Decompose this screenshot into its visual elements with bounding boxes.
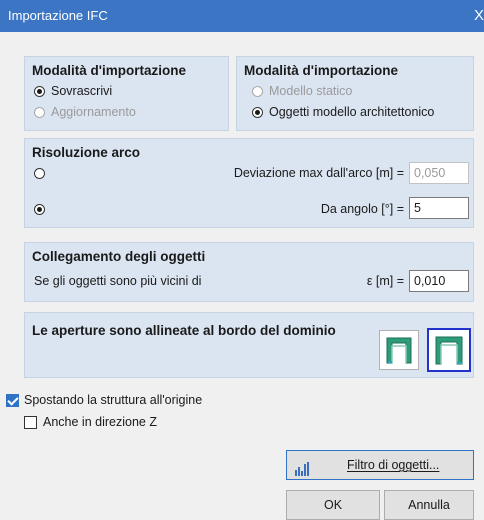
openings-group: Le aperture sono allineate al bordo del … xyxy=(24,312,474,378)
overwrite-radio[interactable] xyxy=(34,86,45,97)
angle-field[interactable]: 5 xyxy=(409,197,469,219)
import-model-group: Modalità d'importazione Modello statico … xyxy=(236,56,474,131)
window-title: Importazione IFC xyxy=(8,8,108,23)
epsilon-label: ε [m] = xyxy=(366,274,404,288)
max-deviation-radio[interactable] xyxy=(34,168,45,179)
angle-label: Da angolo [°] = xyxy=(320,202,404,216)
architectural-objects-radio[interactable] xyxy=(252,107,263,118)
z-direction-checkbox[interactable] xyxy=(24,416,37,429)
max-deviation-label: Deviazione max dall'arco [m] = xyxy=(233,166,404,180)
move-to-origin-label[interactable]: Spostando la struttura all'origine xyxy=(24,393,202,407)
object-filter-label: Filtro di oggetti... xyxy=(347,458,440,472)
update-label: Aggiornamento xyxy=(51,105,136,119)
object-connection-group: Collegamento degli oggetti Se gli oggett… xyxy=(24,242,474,302)
move-to-origin-checkbox[interactable] xyxy=(6,394,19,407)
opening-edge-icon xyxy=(435,336,463,365)
import-model-title: Modalità d'importazione xyxy=(244,63,398,78)
filter-icon xyxy=(295,458,311,476)
object-connection-title: Collegamento degli oggetti xyxy=(32,249,206,264)
architectural-objects-label[interactable]: Oggetti modello architettonico xyxy=(269,105,434,119)
opening-inside-icon xyxy=(386,337,412,364)
connection-description: Se gli oggetti sono più vicini di xyxy=(34,274,202,288)
title-bar: Importazione IFC X xyxy=(0,0,484,32)
openings-title: Le aperture sono allineate al bordo del … xyxy=(32,323,336,338)
object-filter-button[interactable]: Filtro di oggetti... xyxy=(286,450,474,480)
z-direction-label[interactable]: Anche in direzione Z xyxy=(43,415,157,429)
arc-resolution-group: Risoluzione arco Deviazione max dall'arc… xyxy=(24,138,474,228)
angle-radio[interactable] xyxy=(34,204,45,215)
import-mode-title: Modalità d'importazione xyxy=(32,63,186,78)
max-deviation-field: 0,050 xyxy=(409,162,469,184)
opening-option-2[interactable] xyxy=(427,328,471,372)
overwrite-label[interactable]: Sovrascrivi xyxy=(51,84,112,98)
epsilon-field[interactable]: 0,010 xyxy=(409,270,469,292)
update-radio xyxy=(34,107,45,118)
close-button[interactable]: X xyxy=(474,7,484,24)
opening-option-1[interactable] xyxy=(379,330,419,370)
import-mode-group: Modalità d'importazione Sovrascrivi Aggi… xyxy=(24,56,229,131)
static-model-radio xyxy=(252,86,263,97)
static-model-label: Modello statico xyxy=(269,84,353,98)
arc-resolution-title: Risoluzione arco xyxy=(32,145,141,160)
